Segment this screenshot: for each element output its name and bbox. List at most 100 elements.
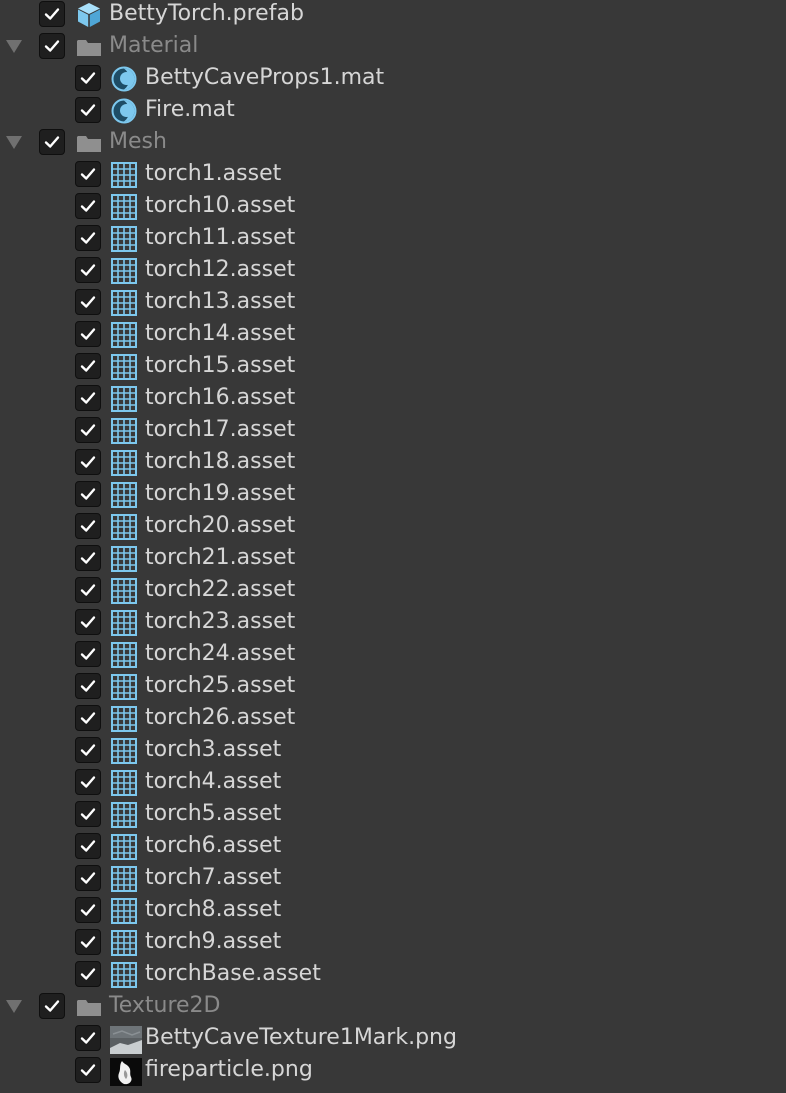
mesh-grid-icon xyxy=(110,353,138,381)
asset-label: torch10.asset xyxy=(145,193,296,218)
include-checkbox[interactable] xyxy=(39,33,65,59)
import-asset-tree: BettyTorch.prefab Material BettyCaveProps1… xyxy=(0,0,786,1086)
include-checkbox[interactable] xyxy=(75,609,101,635)
asset-row[interactable]: torch3.asset xyxy=(0,734,786,766)
include-checkbox[interactable] xyxy=(75,1057,101,1083)
checkmark-icon xyxy=(80,904,96,916)
include-checkbox[interactable] xyxy=(39,129,65,155)
include-checkbox[interactable] xyxy=(75,513,101,539)
asset-row[interactable]: torch21.asset xyxy=(0,542,786,574)
mesh-grid-icon xyxy=(110,257,138,285)
asset-label: torch23.asset xyxy=(145,609,296,634)
asset-row[interactable]: torchBase.asset xyxy=(0,958,786,990)
asset-row[interactable]: torch4.asset xyxy=(0,766,786,798)
include-checkbox[interactable] xyxy=(75,289,101,315)
include-checkbox[interactable] xyxy=(75,641,101,667)
include-checkbox[interactable] xyxy=(75,737,101,763)
include-checkbox[interactable] xyxy=(75,897,101,923)
asset-row[interactable]: torch25.asset xyxy=(0,670,786,702)
asset-label: torch5.asset xyxy=(145,801,282,826)
texture-thumbnail-icon xyxy=(110,1026,142,1054)
asset-label: torch11.asset xyxy=(145,225,296,250)
texture-thumbnail-icon xyxy=(110,1058,142,1086)
include-checkbox[interactable] xyxy=(75,1025,101,1051)
include-checkbox[interactable] xyxy=(75,65,101,91)
asset-row[interactable]: torch7.asset xyxy=(0,862,786,894)
asset-row[interactable]: Fire.mat xyxy=(0,94,786,126)
foldout-arrow-icon[interactable] xyxy=(6,136,22,149)
asset-label: torch22.asset xyxy=(145,577,296,602)
asset-label: torch14.asset xyxy=(145,321,296,346)
include-checkbox[interactable] xyxy=(75,577,101,603)
asset-row[interactable]: torch17.asset xyxy=(0,414,786,446)
prefab-cube-icon xyxy=(75,1,103,29)
include-checkbox[interactable] xyxy=(75,193,101,219)
include-checkbox[interactable] xyxy=(75,481,101,507)
mesh-grid-icon xyxy=(110,929,138,957)
folder-row[interactable]: Texture2D xyxy=(0,990,786,1022)
include-checkbox[interactable] xyxy=(75,961,101,987)
include-checkbox[interactable] xyxy=(75,385,101,411)
include-checkbox[interactable] xyxy=(75,705,101,731)
asset-row[interactable]: torch20.asset xyxy=(0,510,786,542)
include-checkbox[interactable] xyxy=(75,161,101,187)
checkmark-icon xyxy=(80,712,96,724)
checkmark-icon xyxy=(80,872,96,884)
mesh-grid-icon xyxy=(110,737,138,765)
asset-row[interactable]: torch8.asset xyxy=(0,894,786,926)
asset-row[interactable]: torch23.asset xyxy=(0,606,786,638)
asset-row[interactable]: torch12.asset xyxy=(0,254,786,286)
include-checkbox[interactable] xyxy=(75,321,101,347)
asset-row[interactable]: torch24.asset xyxy=(0,638,786,670)
checkmark-icon xyxy=(80,1032,96,1044)
asset-row[interactable]: torch1.asset xyxy=(0,158,786,190)
asset-row[interactable]: torch26.asset xyxy=(0,702,786,734)
checkmark-icon xyxy=(80,232,96,244)
include-checkbox[interactable] xyxy=(75,865,101,891)
include-checkbox[interactable] xyxy=(39,993,65,1019)
folder-icon xyxy=(75,129,103,157)
include-checkbox[interactable] xyxy=(75,225,101,251)
asset-label: torch12.asset xyxy=(145,257,296,282)
asset-row[interactable]: torch10.asset xyxy=(0,190,786,222)
include-checkbox[interactable] xyxy=(39,1,65,27)
checkmark-icon xyxy=(80,456,96,468)
include-checkbox[interactable] xyxy=(75,801,101,827)
folder-row[interactable]: Material xyxy=(0,30,786,62)
include-checkbox[interactable] xyxy=(75,417,101,443)
checkmark-icon xyxy=(80,744,96,756)
include-checkbox[interactable] xyxy=(75,97,101,123)
include-checkbox[interactable] xyxy=(75,257,101,283)
asset-label: torch6.asset xyxy=(145,833,282,858)
asset-row[interactable]: fireparticle.png xyxy=(0,1054,786,1086)
asset-row[interactable]: torch19.asset xyxy=(0,478,786,510)
include-checkbox[interactable] xyxy=(75,673,101,699)
include-checkbox[interactable] xyxy=(75,545,101,571)
asset-row[interactable]: torch9.asset xyxy=(0,926,786,958)
include-checkbox[interactable] xyxy=(75,353,101,379)
asset-row[interactable]: BettyCaveTexture1Mark.png xyxy=(0,1022,786,1054)
foldout-arrow-icon[interactable] xyxy=(6,40,22,53)
asset-label: torch4.asset xyxy=(145,769,282,794)
folder-row[interactable]: Mesh xyxy=(0,126,786,158)
asset-row[interactable]: BettyTorch.prefab xyxy=(0,0,786,30)
foldout-arrow-icon[interactable] xyxy=(6,1000,22,1013)
asset-row[interactable]: torch14.asset xyxy=(0,318,786,350)
asset-row[interactable]: torch15.asset xyxy=(0,350,786,382)
asset-label: torch20.asset xyxy=(145,513,296,538)
include-checkbox[interactable] xyxy=(75,769,101,795)
asset-row[interactable]: torch22.asset xyxy=(0,574,786,606)
asset-row[interactable]: torch16.asset xyxy=(0,382,786,414)
include-checkbox[interactable] xyxy=(75,449,101,475)
asset-label: torch21.asset xyxy=(145,545,296,570)
include-checkbox[interactable] xyxy=(75,833,101,859)
asset-row[interactable]: torch5.asset xyxy=(0,798,786,830)
asset-row[interactable]: torch11.asset xyxy=(0,222,786,254)
asset-row[interactable]: torch6.asset xyxy=(0,830,786,862)
asset-row[interactable]: BettyCaveProps1.mat xyxy=(0,62,786,94)
checkmark-icon xyxy=(80,168,96,180)
include-checkbox[interactable] xyxy=(75,929,101,955)
asset-row[interactable]: torch13.asset xyxy=(0,286,786,318)
checkmark-icon xyxy=(44,40,60,52)
asset-row[interactable]: torch18.asset xyxy=(0,446,786,478)
